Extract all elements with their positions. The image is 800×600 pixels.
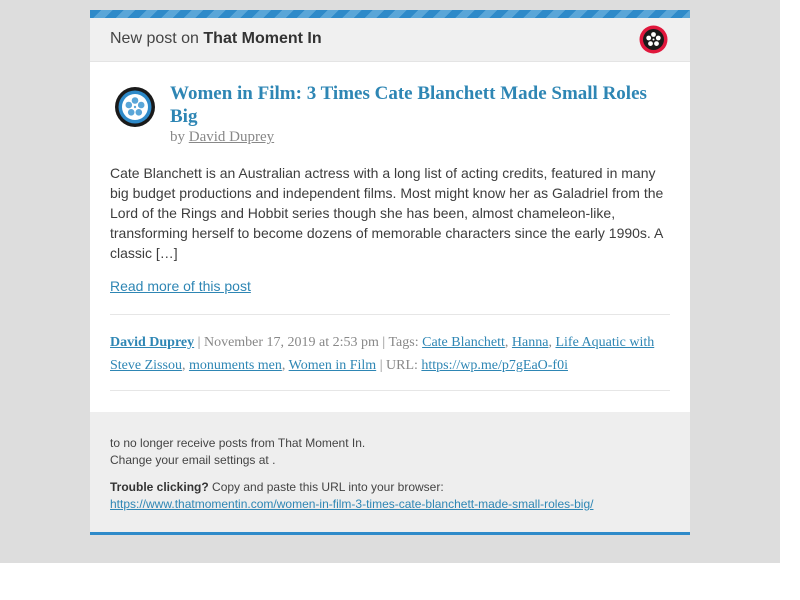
top-stripe [90,10,690,18]
email-card: New post on That Moment In Women in Film… [90,10,690,535]
header-prefix: New post on [110,30,199,47]
url-label: | URL: [376,358,422,373]
shortlink[interactable]: https://wp.me/p7gEaO-f0i [421,358,568,373]
meta-author-link[interactable]: David Duprey [110,335,194,350]
post-title-link[interactable]: Women in Film: 3 Times Cate Blanchett Ma… [170,82,650,128]
read-more-link[interactable]: Read more of this post [110,278,251,294]
post-excerpt: Cate Blanchett is an Australian actress … [110,165,664,261]
tag-link[interactable]: Hanna [512,335,549,350]
post-header: Women in Film: 3 Times Cate Blanchett Ma… [90,62,690,154]
email-footer: to no longer receive posts from That Mom… [90,412,690,532]
post-url-link[interactable]: https://www.thatmomentin.com/women-in-fi… [110,497,593,511]
divider [110,314,670,315]
meta-date: | November 17, 2019 at 2:53 pm | Tags: [194,335,423,350]
trouble-instructions: Copy and paste this URL into your browse… [208,480,444,494]
trouble-text: Trouble clicking? Copy and paste this UR… [110,480,444,494]
header-text: New post on That Moment In [110,30,322,48]
site-name: That Moment In [203,30,322,47]
byline-author-link[interactable]: David Duprey [189,129,274,145]
divider [110,390,670,391]
page-edge [780,15,800,578]
tag-link[interactable]: Cate Blanchett [422,335,505,350]
tag-link[interactable]: monuments men [189,358,282,373]
settings-text: Change your email settings at . [110,453,276,467]
post-meta: David Duprey | November 17, 2019 at 2:53… [110,335,655,373]
byline: by David Duprey [170,129,274,146]
unsubscribe-text: to no longer receive posts from That Mom… [110,436,366,450]
byline-label: by [170,129,185,145]
tag-link[interactable]: Women in Film [289,358,377,373]
film-reel-icon[interactable] [639,25,668,54]
film-reel-icon[interactable] [114,86,156,128]
bottom-bar [90,532,690,535]
trouble-label: Trouble clicking? [110,480,209,494]
email-header: New post on That Moment In [90,18,690,62]
